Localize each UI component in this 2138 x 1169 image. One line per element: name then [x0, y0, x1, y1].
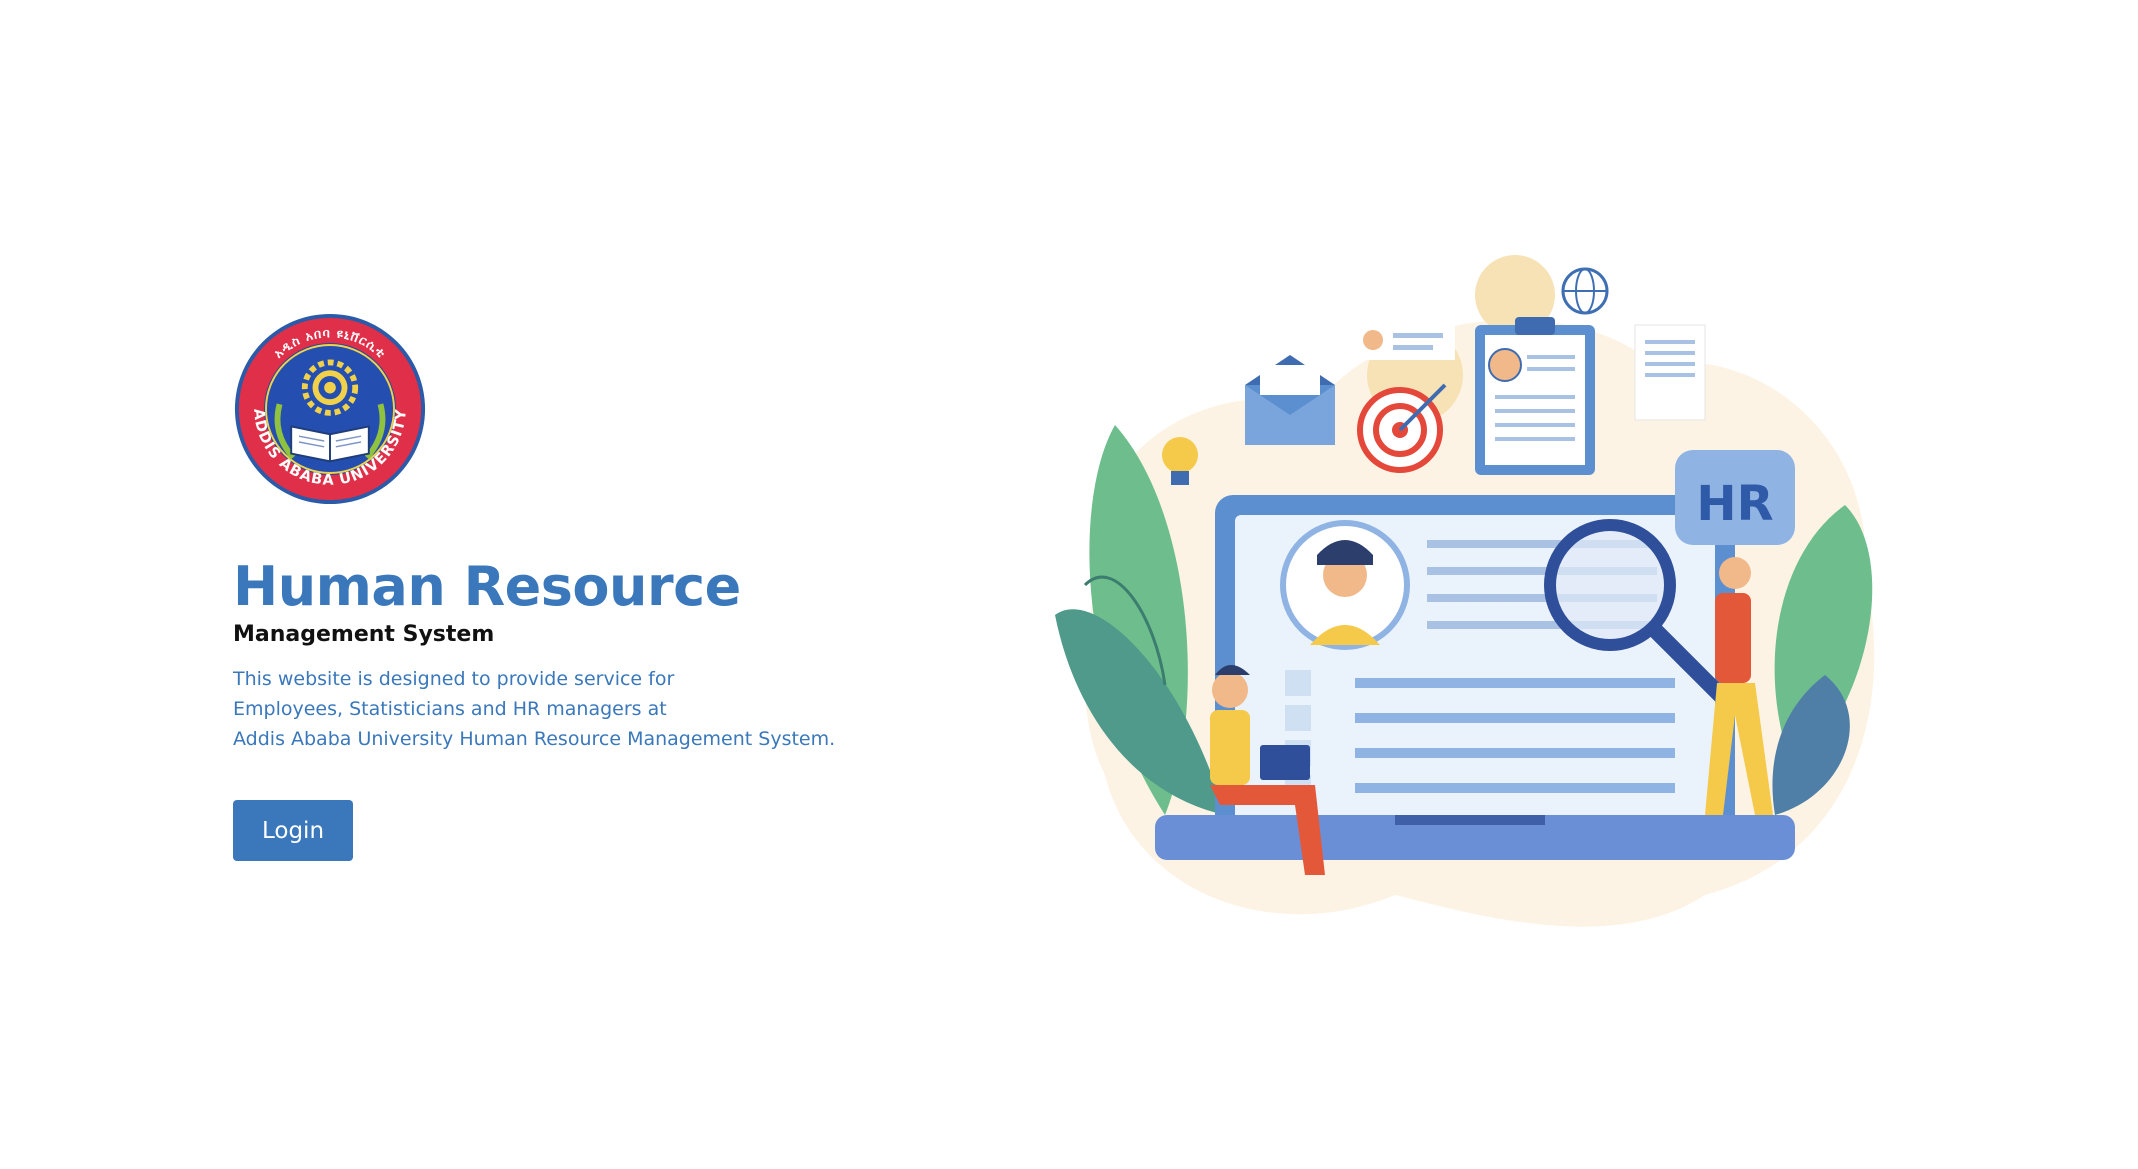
hero-section: አዲስ አበባ ዩኒቨርሲቲ ADDIS ABABA UNIVERSITY Hu… [233, 312, 933, 861]
login-button[interactable]: Login [233, 800, 353, 861]
landing-page: አዲስ አበባ ዩኒቨርሲቲ ADDIS ABABA UNIVERSITY Hu… [0, 0, 2138, 1169]
page-title: Human Resource [233, 555, 741, 618]
hr-illustration: HR [1055, 255, 1875, 927]
description-line: Addis Ababa University Human Resource Ma… [233, 728, 836, 750]
svg-text:HR: HR [1696, 476, 1773, 532]
university-logo: አዲስ አበባ ዩኒቨርሲቲ ADDIS ABABA UNIVERSITY [234, 313, 426, 505]
description: This website is designed to provide serv… [233, 664, 933, 754]
page-subtitle: Management System [233, 622, 495, 647]
description-line: Employees, Statisticians and HR managers… [233, 698, 667, 720]
description-line: This website is designed to provide serv… [233, 668, 675, 690]
